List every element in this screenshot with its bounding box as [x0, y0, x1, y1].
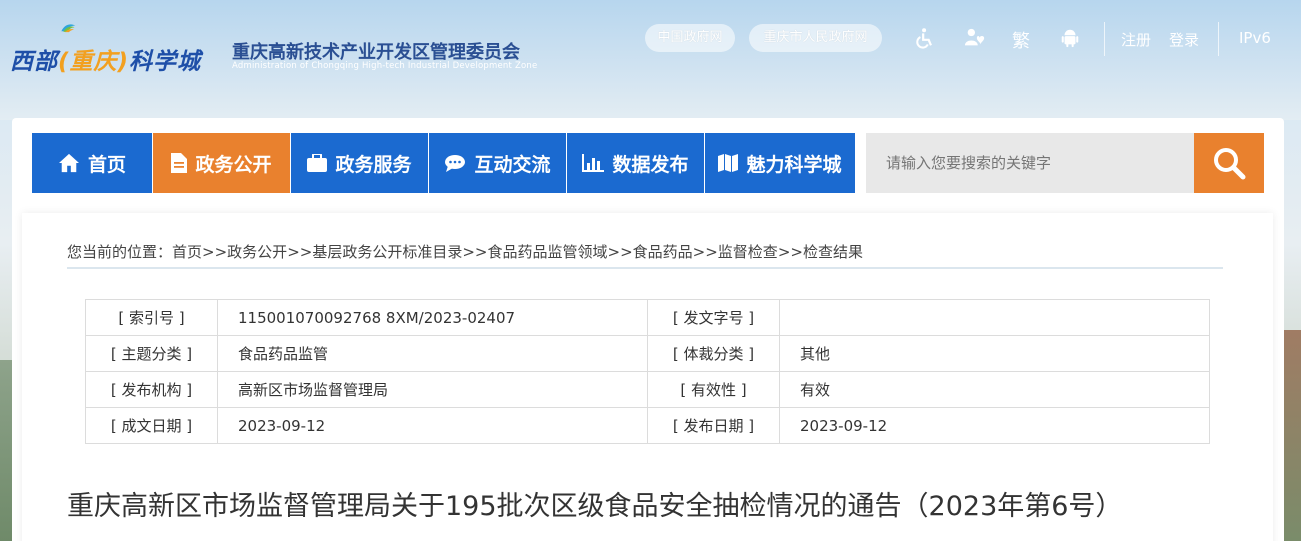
meta-row: [ 索引号 ] 115001070092768 8XM/2023-02407 […	[85, 299, 1210, 336]
meta-key: [ 索引号 ]	[85, 299, 218, 336]
nav-item-science-city[interactable]: 魅力科学城	[705, 133, 855, 193]
accessibility-icon[interactable]	[914, 27, 936, 49]
breadcrumb-item[interactable]: 食品药品	[633, 243, 693, 261]
breadcrumb-separator: >>	[692, 243, 718, 261]
meta-key: [ 成文日期 ]	[85, 407, 218, 444]
search-button[interactable]	[1194, 133, 1264, 193]
meta-row: [ 主题分类 ] 食品药品监管 [ 体裁分类 ] 其他	[85, 335, 1210, 372]
meta-value: 2023-09-12	[217, 407, 648, 444]
map-icon	[718, 154, 739, 172]
breadcrumb-separator: >>	[202, 243, 228, 261]
nav-item-interaction[interactable]: 互动交流	[429, 133, 567, 193]
traditional-chinese-toggle[interactable]: 繁	[1012, 27, 1030, 53]
elder-care-icon[interactable]	[964, 27, 986, 49]
android-icon[interactable]	[1059, 27, 1081, 49]
link-cq-gov[interactable]: 重庆市人民政府网	[749, 24, 882, 52]
home-icon	[58, 153, 79, 173]
breadcrumb-item[interactable]: 首页	[172, 243, 202, 261]
document-meta-table: [ 索引号 ] 115001070092768 8XM/2023-02407 […	[85, 299, 1210, 444]
meta-key: [ 发布机构 ]	[85, 371, 218, 408]
main-nav: 首页 政务公开 政务服务 互动交流 数据发布 魅力科学城	[32, 133, 855, 193]
nav-item-data[interactable]: 数据发布	[567, 133, 705, 193]
breadcrumb-prefix: 您当前的位置：	[67, 243, 173, 261]
breadcrumb-separator: >>	[607, 243, 633, 261]
breadcrumb: 您当前的位置：首页>>政务公开>>基层政务公开标准目录>>食品药品监管领域>>食…	[67, 241, 1223, 269]
link-gov-cn[interactable]: 中国政府网	[645, 24, 735, 52]
meta-value: 其他	[779, 335, 1210, 372]
nav-item-label: 政务服务	[335, 153, 412, 176]
meta-row: [ 成文日期 ] 2023-09-12 [ 发布日期 ] 2023-09-12	[85, 407, 1210, 444]
briefcase-icon	[307, 154, 328, 172]
breadcrumb-separator: >>	[777, 243, 803, 261]
nav-item-services[interactable]: 政务服务	[291, 133, 429, 193]
article-title: 重庆高新区市场监督管理局关于195批次区级食品安全抽检情况的通告（2023年第6…	[67, 491, 1123, 522]
breadcrumb-item[interactable]: 监督检查	[718, 243, 778, 261]
nav-item-label: 互动交流	[474, 153, 551, 176]
ipv6-label: IPv6	[1239, 29, 1271, 47]
logo-text-post: 科学城	[129, 49, 202, 75]
chat-icon	[445, 155, 466, 172]
breadcrumb-item[interactable]: 政务公开	[227, 243, 287, 261]
login-link[interactable]: 登录	[1169, 29, 1199, 50]
meta-key: [ 主题分类 ]	[85, 335, 218, 372]
search-input[interactable]	[866, 133, 1194, 193]
breadcrumb-item[interactable]: 基层政务公开标准目录	[312, 243, 462, 261]
meta-key: [ 发文字号 ]	[647, 299, 780, 336]
meta-value: 2023-09-12	[779, 407, 1210, 444]
logo-text-pre: 西部	[10, 49, 58, 75]
document-icon	[171, 153, 188, 173]
meta-value: 有效	[779, 371, 1210, 408]
logo-text[interactable]: 西部(重庆)科学城	[10, 42, 201, 76]
nav-item-label: 政务公开	[195, 153, 272, 176]
nav-item-label: 首页	[87, 153, 126, 176]
meta-value	[779, 299, 1210, 336]
header-divider	[1218, 22, 1219, 56]
meta-key: [ 发布日期 ]	[647, 407, 780, 444]
meta-row: [ 发布机构 ] 高新区市场监督管理局 [ 有效性 ] 有效	[85, 371, 1210, 408]
meta-key: [ 体裁分类 ]	[647, 335, 780, 372]
header-divider	[1104, 22, 1105, 56]
nav-item-gov-affairs[interactable]: 政务公开	[153, 133, 291, 193]
nav-item-label: 魅力科学城	[746, 153, 842, 176]
breadcrumb-item[interactable]: 食品药品监管领域	[487, 243, 607, 261]
breadcrumb-item[interactable]: 检查结果	[803, 243, 863, 261]
logo-text-highlight: (重庆)	[58, 49, 130, 75]
breadcrumb-separator: >>	[462, 243, 488, 261]
nav-item-home[interactable]: 首页	[32, 133, 153, 193]
meta-value: 115001070092768 8XM/2023-02407	[217, 299, 648, 336]
meta-value: 高新区市场监督管理局	[217, 371, 648, 408]
meta-value: 食品药品监管	[217, 335, 648, 372]
nav-item-label: 数据发布	[612, 153, 689, 176]
org-name-en: Administration of Chongqing High-tech In…	[232, 61, 538, 71]
bar-chart-icon	[582, 154, 605, 172]
meta-key: [ 有效性 ]	[647, 371, 780, 408]
breadcrumb-separator: >>	[287, 243, 313, 261]
search-icon	[1214, 148, 1246, 180]
register-link[interactable]: 注册	[1121, 29, 1151, 50]
